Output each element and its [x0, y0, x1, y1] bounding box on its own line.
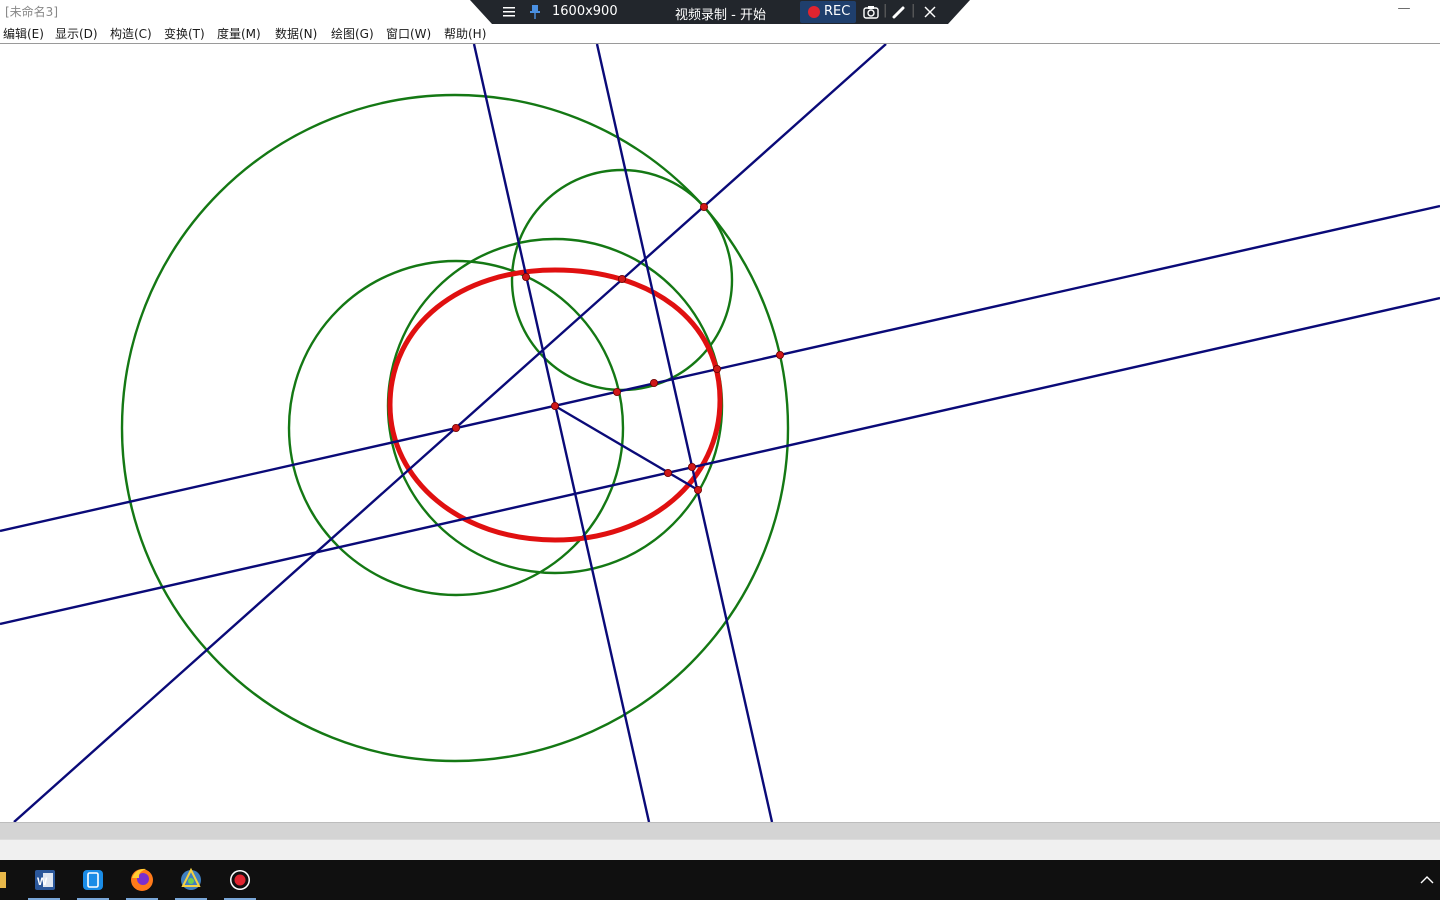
record-button[interactable]: REC	[800, 1, 856, 23]
phone-link-icon[interactable]	[73, 860, 113, 900]
point[interactable]	[688, 462, 697, 471]
toolbar-divider: |	[883, 3, 888, 18]
point[interactable]	[664, 468, 673, 477]
menu-window[interactable]: 窗口(W)	[386, 25, 431, 42]
record-label: REC	[824, 4, 851, 19]
sketch-canvas[interactable]	[0, 44, 1440, 822]
point[interactable]	[522, 272, 531, 281]
geometry-drawing[interactable]	[0, 44, 1440, 822]
folder-icon[interactable]	[0, 860, 18, 900]
menu-graph[interactable]: 绘图(G)	[331, 25, 374, 42]
recorder-status: 视频录制 - 开始	[675, 8, 766, 23]
svg-text:W: W	[37, 876, 48, 888]
menu-edit[interactable]: 编辑(E)	[3, 25, 44, 42]
menu-transform[interactable]: 变换(T)	[164, 25, 205, 42]
toolbar-divider: |	[911, 3, 916, 18]
record-dot-icon	[808, 6, 820, 18]
camera-icon[interactable]	[863, 5, 879, 19]
close-icon[interactable]	[924, 6, 936, 18]
pin-icon[interactable]	[529, 4, 541, 20]
point[interactable]	[613, 387, 622, 396]
menu-construct[interactable]: 构造(C)	[110, 25, 152, 42]
minimize-button[interactable]: —	[1392, 0, 1416, 22]
menu-display[interactable]: 显示(D)	[55, 25, 98, 42]
recorder-resolution[interactable]: 1600x900	[552, 4, 618, 19]
recorder-toolbar: 1600x900 视频录制 - 开始 REC | |	[470, 0, 970, 24]
sketchpad-icon[interactable]	[171, 860, 211, 900]
recorder-icon[interactable]	[220, 860, 260, 900]
taskbar: W	[0, 860, 1440, 900]
point[interactable]	[713, 364, 722, 373]
diagonal-line[interactable]	[13, 44, 887, 822]
status-bar	[0, 839, 1440, 861]
window-title: [未命名3]	[5, 5, 58, 19]
menu-bar: 编辑(E) 显示(D) 构造(C) 变换(T) 度量(M) 数据(N) 绘图(G…	[0, 22, 1440, 44]
chevron-up-icon[interactable]	[1418, 870, 1436, 890]
firefox-icon[interactable]	[122, 860, 162, 900]
word-icon[interactable]: W	[24, 860, 64, 900]
point[interactable]	[700, 202, 709, 211]
horizontal-scrollbar[interactable]	[0, 822, 1440, 839]
point[interactable]	[694, 485, 703, 494]
menu-help[interactable]: 帮助(H)	[444, 25, 486, 42]
menu-measure[interactable]: 度量(M)	[217, 25, 261, 42]
point[interactable]	[650, 378, 659, 387]
point[interactable]	[618, 274, 627, 283]
point[interactable]	[776, 350, 785, 359]
center-point[interactable]	[551, 401, 560, 410]
menu-icon[interactable]	[502, 5, 516, 19]
segment-center-to-point[interactable]	[554, 404, 699, 492]
pen-icon[interactable]	[892, 5, 906, 19]
shallow-line-lower[interactable]	[0, 296, 1440, 626]
menu-data[interactable]: 数据(N)	[275, 25, 317, 42]
point[interactable]	[451, 423, 460, 432]
